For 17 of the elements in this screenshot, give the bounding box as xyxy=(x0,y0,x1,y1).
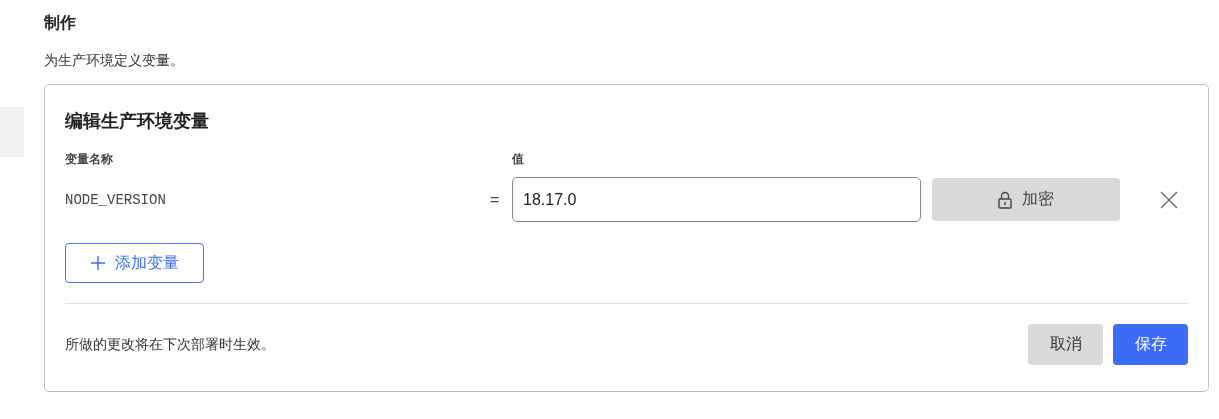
column-label: 变量名称 xyxy=(65,151,114,168)
column-label: 值 xyxy=(512,151,525,168)
variable-name: NODE_VERSION xyxy=(65,191,167,208)
value-field[interactable]: 18.17.0 xyxy=(512,177,921,222)
footer-note: 所做的更改将在下次部署时生效。 xyxy=(65,335,276,354)
section-description: 为生产环境定义变量。 xyxy=(44,51,185,70)
close-icon xyxy=(1160,190,1178,209)
add-variable-button[interactable]: 添加变量 xyxy=(65,243,204,283)
card-title: 编辑生产环境变量 xyxy=(65,110,210,133)
equals-sign: = xyxy=(490,190,500,209)
close-button[interactable] xyxy=(1160,190,1178,209)
cancel-button[interactable]: 取消 xyxy=(1028,324,1103,365)
save-button[interactable]: 保存 xyxy=(1113,324,1188,365)
lock-icon xyxy=(998,190,1012,209)
section-title: 制作 xyxy=(44,13,77,33)
encrypt-button[interactable]: 加密 xyxy=(932,178,1120,221)
plus-icon xyxy=(90,256,105,270)
